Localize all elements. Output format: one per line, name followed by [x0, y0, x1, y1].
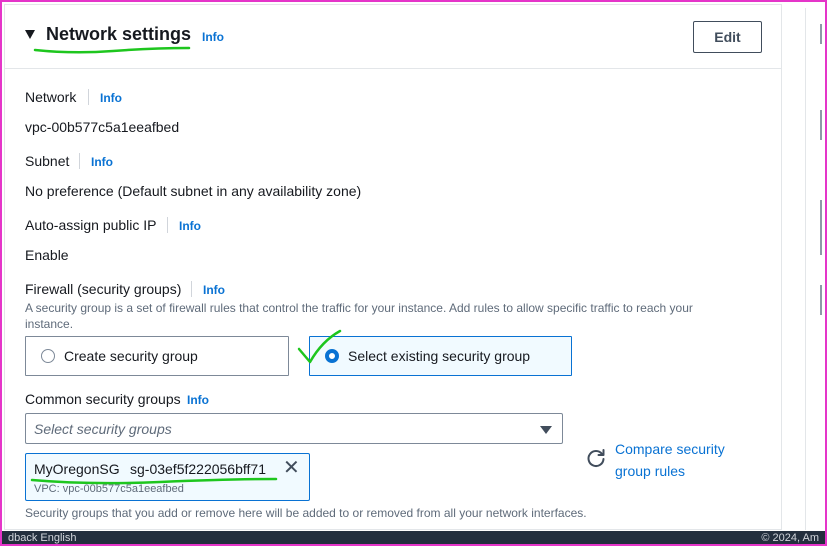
- panel-header: Network settings Info Edit: [5, 5, 781, 69]
- select-existing-security-group-label: Select existing security group: [348, 348, 531, 364]
- select-existing-security-group-option[interactable]: Select existing security group: [309, 336, 572, 376]
- security-group-vpc: VPC: vpc-00b577c5a1eeafbed: [34, 483, 184, 495]
- console-footer: dback English © 2024, Am: [0, 531, 827, 546]
- security-groups-select[interactable]: Select security groups: [25, 413, 563, 444]
- network-label: Network: [25, 89, 77, 105]
- scroll-marker: [820, 200, 822, 255]
- scroll-marker: [820, 24, 822, 44]
- info-separator: [79, 153, 80, 169]
- firewall-description: A security group is a set of firewall ru…: [25, 301, 693, 331]
- selected-security-group-token: MyOregonSG sg-03ef5f222056bff71 VPC: vpc…: [25, 453, 310, 501]
- subnet-label: Subnet: [25, 153, 70, 169]
- footer-left-text[interactable]: dback English: [8, 532, 77, 544]
- security-groups-placeholder: Select security groups: [34, 421, 172, 437]
- title-info-link[interactable]: Info: [202, 30, 224, 44]
- scroll-marker: [820, 110, 822, 140]
- adjacent-panel-edge: [805, 8, 827, 530]
- info-separator: [167, 217, 168, 233]
- network-value: vpc-00b577c5a1eeafbed: [25, 119, 180, 135]
- compare-security-group-rules-link[interactable]: Compare security group rules: [615, 438, 755, 482]
- security-group-id: sg-03ef5f222056bff71: [130, 461, 266, 477]
- common-security-groups-info-link[interactable]: Info: [187, 393, 209, 407]
- network-settings-panel: Network settings Info Edit Network Info …: [4, 4, 782, 530]
- security-group-name: MyOregonSG: [34, 461, 120, 477]
- select-existing-security-group-radio[interactable]: [325, 349, 339, 363]
- footer-copyright: © 2024, Am: [761, 532, 819, 544]
- public-ip-info-link[interactable]: Info: [179, 219, 201, 233]
- dropdown-arrow-icon[interactable]: [540, 426, 552, 434]
- subnet-info-link[interactable]: Info: [91, 155, 113, 169]
- common-security-groups-label: Common security groups: [25, 391, 181, 407]
- edit-button[interactable]: Edit: [693, 21, 762, 53]
- public-ip-label: Auto-assign public IP: [25, 217, 157, 233]
- info-separator: [88, 89, 89, 105]
- close-icon[interactable]: ✕: [283, 458, 300, 478]
- firewall-label: Firewall (security groups): [25, 281, 182, 297]
- security-groups-footnote: Security groups that you add or remove h…: [25, 506, 587, 520]
- panel-title[interactable]: Network settings: [46, 24, 191, 45]
- create-security-group-label: Create security group: [64, 348, 198, 364]
- scroll-marker: [820, 285, 822, 315]
- create-security-group-option[interactable]: Create security group: [25, 336, 289, 376]
- network-info-link[interactable]: Info: [100, 91, 122, 105]
- subnet-value: No preference (Default subnet in any ava…: [25, 183, 362, 199]
- firewall-info-link[interactable]: Info: [203, 283, 225, 297]
- caret-down-icon[interactable]: [25, 30, 35, 39]
- refresh-icon[interactable]: [585, 447, 607, 469]
- create-security-group-radio[interactable]: [41, 349, 55, 363]
- info-separator: [191, 281, 192, 297]
- public-ip-value: Enable: [25, 247, 69, 263]
